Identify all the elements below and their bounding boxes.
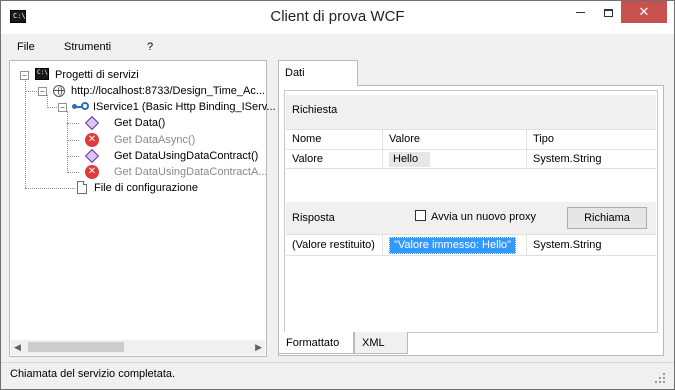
tree-config-label: File di configurazione: [94, 182, 198, 194]
status-bar: Chiamata del servizio completata.: [1, 362, 674, 389]
menu-help[interactable]: ?: [147, 41, 153, 53]
new-proxy-label[interactable]: Avvia un nuovo proxy: [431, 211, 536, 223]
table-row: (Valore restituito) "Valore immesso: Hel…: [286, 234, 656, 256]
scroll-right-icon[interactable]: ▶: [255, 342, 262, 353]
invoke-button[interactable]: Richiama: [567, 207, 647, 229]
column-header-type: Tipo: [526, 130, 656, 149]
tree-op-get-data-using-data-contract[interactable]: Get DataUsingDataContract(): [82, 148, 262, 164]
maximize-button[interactable]: [595, 1, 621, 23]
tree-connector: [67, 172, 79, 173]
wcf-test-client-window: C:\ Client di prova WCF ✕ File Strumenti…: [0, 0, 675, 390]
tab-xml[interactable]: XML: [354, 332, 408, 354]
tree-op-label: Get Data(): [114, 117, 166, 129]
request-column-headers: Nome Valore Tipo: [286, 129, 656, 149]
tree-contract-label: IService1 (Basic Http Binding_IServ...: [93, 101, 276, 113]
tab-dati[interactable]: Dati: [278, 60, 358, 86]
tree-node-config[interactable]: File di configurazione: [72, 180, 262, 196]
minimize-icon: [575, 12, 585, 13]
tree-connector: [67, 140, 79, 141]
tree-op-label: Get DataUsingDataContract(): [114, 150, 259, 162]
tree-op-get-data-using-data-contract-async[interactable]: ✕ Get DataUsingDataContractA...: [82, 164, 267, 180]
response-return-value[interactable]: "Valore immesso: Hello": [389, 237, 517, 254]
new-proxy-checkbox[interactable]: [415, 210, 426, 221]
file-icon: [77, 181, 87, 194]
request-param-value[interactable]: Hello: [389, 152, 431, 167]
response-return-value-cell[interactable]: "Valore immesso: Hello": [382, 235, 526, 256]
tree-connector: [67, 111, 68, 173]
tree-op-label: Get DataUsingDataContractA...: [114, 166, 268, 178]
tree-op-get-data[interactable]: Get Data(): [82, 115, 262, 131]
status-text: Chiamata del servizio completata.: [10, 368, 176, 380]
resize-grip-icon[interactable]: [654, 373, 666, 385]
request-param-value-cell[interactable]: Hello: [382, 150, 526, 169]
maximize-icon: [603, 8, 613, 17]
tab-dati-label: Dati: [285, 67, 305, 79]
tab-formattato[interactable]: Formattato: [278, 332, 354, 354]
close-icon: ✕: [638, 4, 650, 19]
menu-file[interactable]: File: [17, 41, 35, 53]
error-icon: ✕: [85, 133, 99, 147]
console-icon: C:\: [35, 68, 49, 80]
menu-strumenti[interactable]: Strumenti: [64, 41, 111, 53]
response-section-header: Risposta Avvia un nuovo proxy Richiama: [286, 202, 656, 234]
horizontal-scrollbar[interactable]: ◀ ▶: [11, 340, 265, 355]
tree-connector: [25, 188, 75, 189]
close-button[interactable]: ✕: [621, 1, 667, 23]
tree-endpoint-label: http://localhost:8733/Design_Time_Ac...: [71, 85, 266, 97]
request-response-grid: Richiesta Nome Valore Tipo Valore Hello …: [284, 90, 658, 333]
collapse-icon[interactable]: −: [38, 87, 47, 96]
collapse-icon[interactable]: −: [58, 103, 67, 112]
menu-bar: File Strumenti ?: [1, 37, 674, 57]
globe-icon: [53, 85, 65, 97]
column-header-name: Nome: [292, 133, 322, 145]
service-tree: − C:\ Progetti di servizi − http://local…: [9, 60, 276, 357]
tree-connector: [25, 78, 26, 188]
scroll-left-icon[interactable]: ◀: [14, 342, 21, 353]
response-title: Risposta: [292, 212, 335, 224]
tree-node-contract[interactable]: − IService1 (Basic Http Binding_IServ...: [53, 99, 276, 115]
tree-connector: [67, 156, 79, 157]
method-icon: [84, 115, 100, 131]
collapse-icon[interactable]: −: [20, 71, 29, 80]
request-section-header: Richiesta: [286, 95, 656, 129]
interface-icon: [72, 101, 89, 113]
table-row: Valore Hello System.String: [286, 149, 656, 169]
scrollbar-thumb[interactable]: [28, 342, 124, 352]
tree-node-root[interactable]: − C:\ Progetti di servizi: [19, 67, 259, 83]
data-panel: Richiesta Nome Valore Tipo Valore Hello …: [278, 85, 664, 356]
tree-node-endpoint[interactable]: − http://localhost:8733/Design_Time_Ac..…: [33, 83, 266, 99]
request-title: Richiesta: [292, 104, 338, 116]
tree-root-label: Progetti di servizi: [55, 69, 139, 81]
tree-connector: [67, 123, 79, 124]
title-bar: C:\ Client di prova WCF ✕: [1, 1, 674, 34]
error-icon: ✕: [85, 165, 99, 179]
response-return-name: (Valore restituito): [292, 239, 375, 251]
minimize-button[interactable]: [567, 1, 593, 23]
tree-op-label: Get DataAsync(): [114, 134, 196, 146]
response-return-type: System.String: [526, 235, 656, 256]
method-icon: [84, 148, 100, 164]
request-param-name: Valore: [292, 153, 323, 165]
column-header-value: Valore: [382, 130, 526, 149]
tree-op-get-data-async[interactable]: ✕ Get DataAsync(): [82, 132, 262, 148]
request-param-type: System.String: [526, 150, 656, 169]
